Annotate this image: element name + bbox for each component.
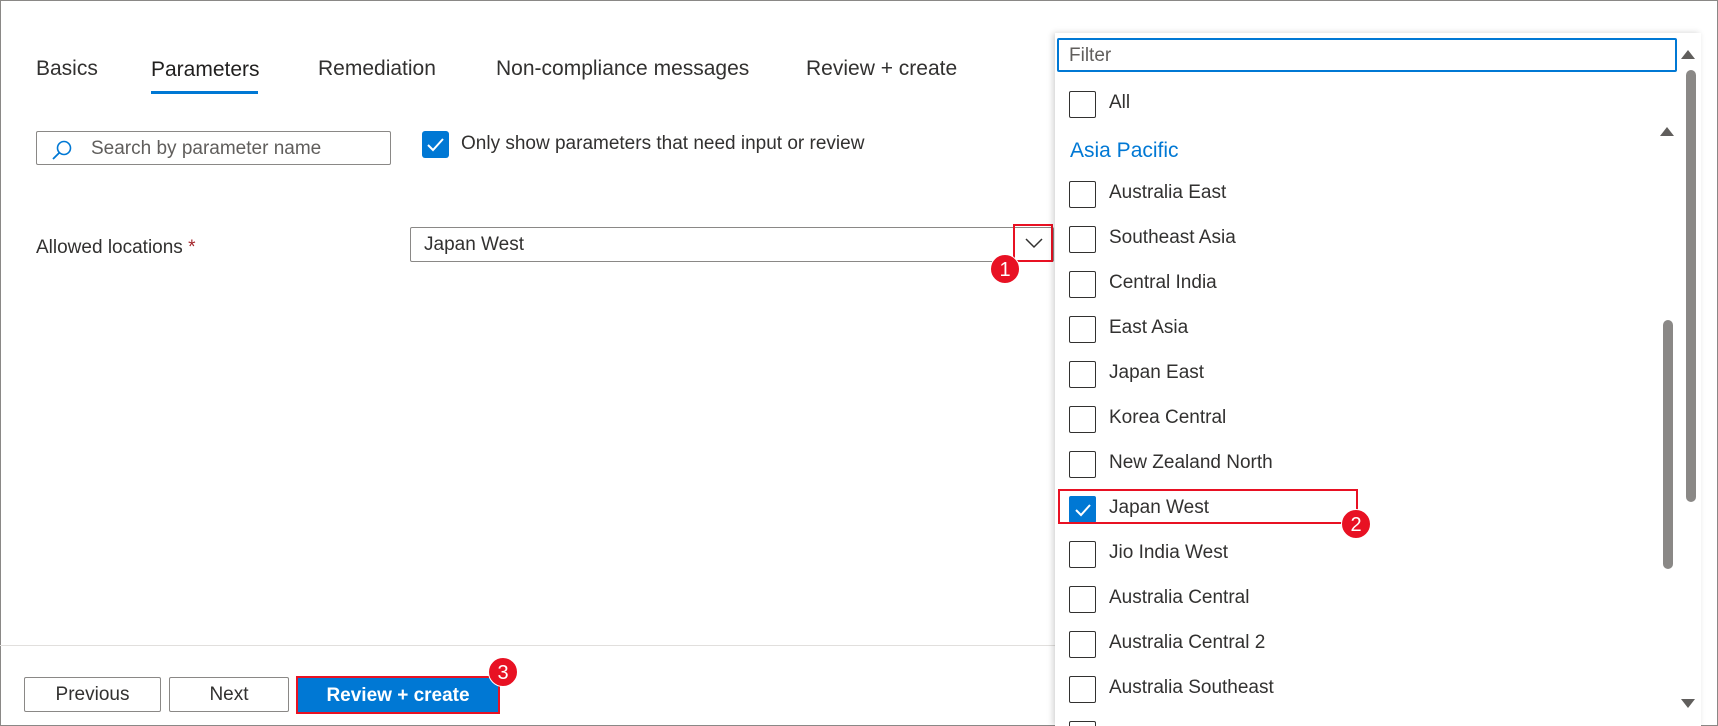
option-australia-east[interactable]: Australia East [1055,176,1675,216]
previous-button[interactable]: Previous [24,677,161,712]
option-all[interactable]: All [1055,86,1675,126]
option-southeast-asia[interactable]: Southeast Asia [1055,221,1675,261]
step-badge-2: 2 [1341,509,1371,539]
allowed-locations-label: Allowed locations * [36,237,196,259]
checkbox[interactable] [1069,676,1096,703]
checkbox[interactable] [1069,721,1096,726]
option-label: Southeast Asia [1109,227,1236,248]
option-partial[interactable] [1055,716,1675,726]
checkbox[interactable] [1069,91,1096,118]
option-label: Australia Southeast [1109,677,1274,698]
checkbox[interactable] [1069,181,1096,208]
option-east-asia[interactable]: East Asia [1055,311,1675,351]
option-label: Australia Central [1109,587,1250,608]
checkbox[interactable] [1069,271,1096,298]
scroll-up-arrow-inner[interactable] [1660,127,1674,136]
checkbox[interactable] [1069,586,1096,613]
only-show-label: Only show parameters that need input or … [461,133,865,154]
chevron-down-icon [1025,238,1043,249]
checkbox[interactable] [1069,451,1096,478]
step-badge-1: 1 [990,254,1020,284]
search-icon [52,140,72,160]
outer-scrollbar-thumb[interactable] [1686,70,1696,502]
option-label: East Asia [1109,317,1189,338]
tab-non-compliance-messages[interactable]: Non-compliance messages [496,57,749,81]
dropdown-toggle-button[interactable] [1013,224,1053,262]
search-input[interactable] [89,134,383,164]
tab-parameters[interactable]: Parameters [151,58,260,82]
inner-scrollbar-thumb[interactable] [1663,320,1673,569]
option-label: New Zealand North [1109,452,1273,473]
locations-dropdown-panel: All Asia Pacific Australia East Southeas… [1055,33,1701,726]
option-label: Korea Central [1109,407,1227,428]
scroll-up-arrow-outer[interactable] [1681,50,1695,59]
option-australia-central-2[interactable]: Australia Central 2 [1055,626,1675,666]
tab-basics[interactable]: Basics [36,57,98,81]
option-australia-southeast[interactable]: Australia Southeast [1055,671,1675,711]
allowed-locations-text: Allowed locations [36,237,183,258]
step-badge-3: 3 [488,657,518,687]
next-button[interactable]: Next [169,677,289,712]
group-heading-asia-pacific: Asia Pacific [1070,139,1179,162]
parameter-search-box[interactable] [36,131,391,165]
allowed-locations-value: Japan West [424,234,524,255]
only-show-checkbox[interactable] [422,131,449,158]
option-new-zealand-north[interactable]: New Zealand North [1055,446,1675,486]
footer-divider [0,645,1055,646]
option-central-india[interactable]: Central India [1055,266,1675,306]
selection-highlight [1058,489,1358,524]
tab-review-create[interactable]: Review + create [806,57,957,81]
checkbox[interactable] [1069,406,1096,433]
option-label: All [1109,92,1131,113]
option-label: Central India [1109,272,1217,293]
option-label: Australia Central 2 [1109,632,1266,653]
option-korea-central[interactable]: Korea Central [1055,401,1675,441]
checkbox[interactable] [1069,226,1096,253]
option-japan-east[interactable]: Japan East [1055,356,1675,396]
option-jio-india-west[interactable]: Jio India West [1055,536,1675,576]
required-marker: * [188,237,196,258]
option-australia-central[interactable]: Australia Central [1055,581,1675,621]
review-create-button[interactable]: Review + create [296,676,500,714]
checkbox[interactable] [1069,316,1096,343]
checkbox[interactable] [1069,541,1096,568]
option-label: Jio India West [1109,542,1228,563]
scroll-down-arrow[interactable] [1681,699,1695,708]
checkmark-icon [427,138,444,152]
checkbox[interactable] [1069,631,1096,658]
tab-remediation[interactable]: Remediation [318,57,436,81]
checkbox[interactable] [1069,361,1096,388]
filter-box[interactable] [1057,38,1677,72]
allowed-locations-select[interactable]: Japan West [410,227,1054,262]
option-label: Australia East [1109,182,1227,203]
option-label: Japan East [1109,362,1205,383]
active-tab-indicator [151,91,258,94]
filter-input[interactable] [1067,42,1671,70]
